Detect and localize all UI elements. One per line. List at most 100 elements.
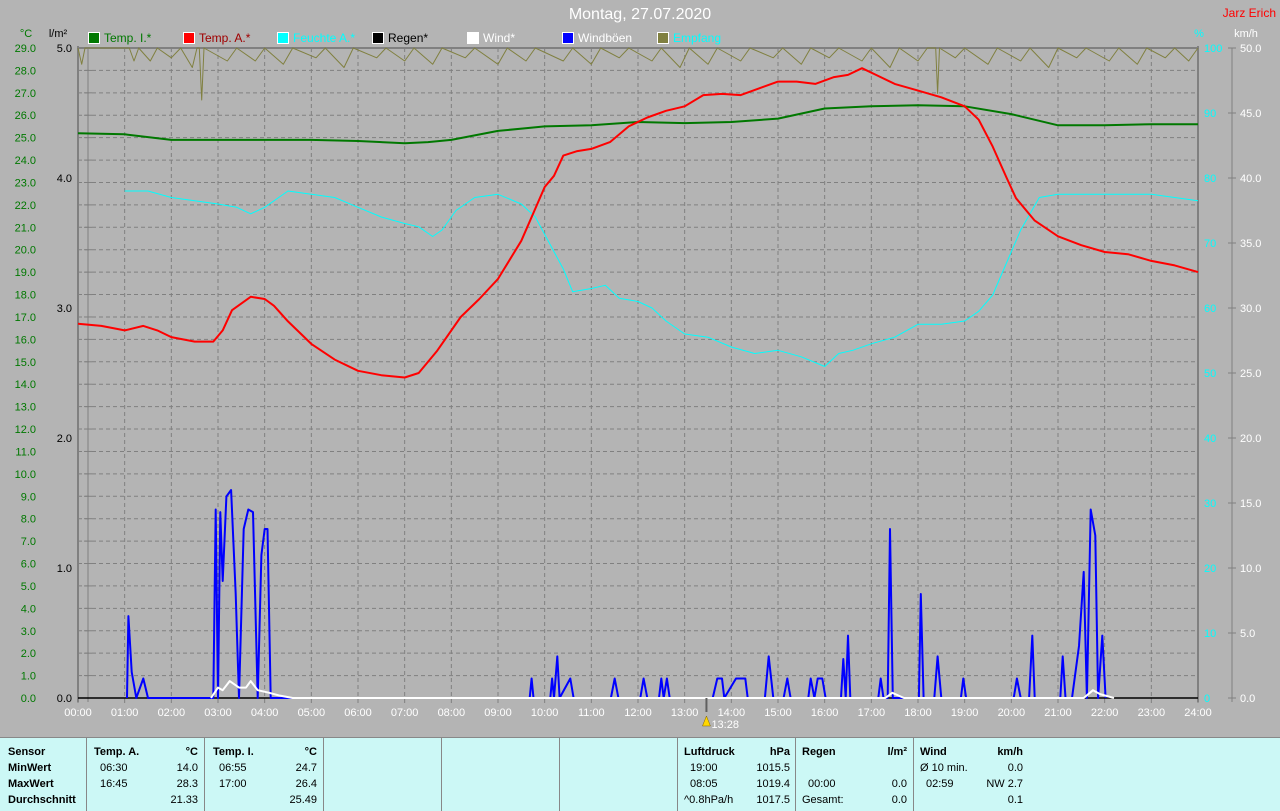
x-tick-label: 08:00	[438, 707, 466, 719]
temp-tick-label: 27.0	[15, 88, 36, 100]
wind-header: Wind	[920, 746, 947, 758]
temp-tick-label: 10.0	[15, 469, 36, 481]
temp-a-max-time: 16:45	[100, 778, 128, 790]
series-feuchte-a	[124, 190, 1199, 367]
humidity-tick-label: 10	[1204, 628, 1216, 640]
rain-total-label: Gesamt:	[802, 794, 844, 806]
x-tick-label: 12:00	[624, 707, 652, 719]
temp-tick-label: 19.0	[15, 267, 36, 279]
wind-column: Wind km/h Ø 10 min. 0.0 02:59 NW 2.7 0.1	[914, 738, 1031, 811]
rain-time: 00:00	[808, 778, 836, 790]
temp-tick-label: 21.0	[15, 222, 36, 234]
empty-column-1	[324, 738, 442, 811]
sun-icon	[702, 715, 711, 727]
rain-tick-label: 4.0	[57, 173, 72, 185]
temp-tick-label: 1.0	[21, 671, 36, 683]
humidity-tick-label: 80	[1204, 173, 1216, 185]
rain-header: Regen	[802, 746, 836, 758]
x-tick-label: 21:00	[1044, 707, 1072, 719]
temp-tick-label: 2.0	[21, 648, 36, 660]
x-tick-label: 18:00	[904, 707, 932, 719]
wind-tick-label: 30.0	[1240, 303, 1261, 315]
label-min: MinWert	[8, 762, 52, 774]
temp-tick-label: 29.0	[15, 43, 36, 55]
temp-a-column: Temp. A. °C 06:30 14.0 16:45 28.3 21.33	[86, 738, 205, 811]
temp-a-unit: °C	[185, 746, 198, 758]
weather-chart: 0.0 1.0 2.0 3.0 4.0 5.0 6.0 7.0 8.0 9.0 10.0 11.0 12…	[15, 28, 1262, 731]
label-avg: Durchschnitt	[8, 794, 76, 806]
series-windböen	[126, 489, 1107, 699]
x-tick-label: 04:00	[251, 707, 279, 719]
pressure-max: 1019.4	[756, 778, 790, 790]
x-tick-label: 15:00	[764, 707, 792, 719]
humidity-tick-label: 100	[1204, 43, 1222, 55]
x-tick-label: 11:00	[578, 707, 605, 719]
x-tick-label: 03:00	[204, 707, 232, 719]
wind-max-time: 02:59	[926, 778, 954, 790]
temp-tick-label: 9.0	[21, 491, 36, 503]
stats-table: Sensor MinWert MaxWert Durchschnitt Temp…	[0, 737, 1280, 811]
wind-max: NW 2.7	[986, 778, 1023, 790]
wind-tick-label: 45.0	[1240, 108, 1261, 120]
temp-tick-label: 15.0	[15, 357, 36, 369]
temp-a-min-time: 06:30	[100, 762, 128, 774]
temp-tick-label: 22.0	[15, 200, 36, 212]
rain-unit: l/m²	[887, 746, 907, 758]
wind-tick-label: 15.0	[1240, 498, 1261, 510]
temp-tick-label: 20.0	[15, 245, 36, 257]
x-tick-label: 09:00	[484, 707, 512, 719]
temp-tick-label: 4.0	[21, 603, 36, 615]
temp-tick-label: 7.0	[21, 536, 36, 548]
temp-i-unit: °C	[304, 746, 317, 758]
wind-axis-label: km/h	[1234, 28, 1258, 40]
x-tick-label: 13:00	[671, 707, 699, 719]
temp-axis-label: °C	[20, 28, 32, 40]
x-tick-label: 06:00	[344, 707, 372, 719]
x-tick-label: 01:00	[111, 707, 139, 719]
temp-i-max-time: 17:00	[219, 778, 247, 790]
temp-tick-label: 23.0	[15, 177, 36, 189]
pressure-min: 1015.5	[756, 762, 790, 774]
temp-i-max: 26.4	[295, 778, 317, 790]
temp-a-min: 14.0	[176, 762, 198, 774]
wind-unit: km/h	[997, 746, 1023, 758]
temp-i-avg: 25.49	[289, 794, 317, 806]
temp-tick-label: 5.0	[21, 581, 36, 593]
rain-tick-label: 3.0	[57, 303, 72, 315]
wind-tick-label: 35.0	[1240, 238, 1261, 250]
humidity-tick-label: 50	[1204, 368, 1216, 380]
humidity-tick-label: 40	[1204, 433, 1216, 445]
wind-tick-label: 40.0	[1240, 173, 1261, 185]
temp-tick-label: 18.0	[15, 290, 36, 302]
sun-marker-label: 13:28	[711, 719, 739, 731]
wind-tick-label: 0.0	[1240, 693, 1255, 705]
x-tick-label: 20:00	[998, 707, 1026, 719]
x-tick-label: 00:00	[64, 707, 92, 719]
wind-avg: 0.0	[1007, 762, 1023, 774]
rain-tick-label: 5.0	[57, 43, 72, 55]
wind-avg-label: Ø 10 min.	[920, 762, 968, 774]
wind-tick-label: 50.0	[1240, 43, 1261, 55]
pressure-max-time: 08:05	[690, 778, 718, 790]
empty-column-3	[560, 738, 678, 811]
wind-tick-label: 20.0	[1240, 433, 1261, 445]
pressure-trend: ^0.8hPa/h	[684, 794, 734, 806]
empty-column-2	[442, 738, 560, 811]
humidity-tick-label: 90	[1204, 108, 1216, 120]
x-tick-label: 10:00	[531, 707, 559, 719]
rain-tick-label: 2.0	[57, 433, 72, 445]
temp-a-header: Temp. A.	[94, 746, 140, 758]
x-tick-label: 22:00	[1091, 707, 1119, 719]
temp-i-column: Temp. I. °C 06:55 24.7 17:00 26.4 25.49	[205, 738, 324, 811]
row-labels-column: Sensor MinWert MaxWert Durchschnitt	[0, 738, 87, 811]
humidity-tick-label: 60	[1204, 303, 1216, 315]
humidity-tick-label: 20	[1204, 563, 1216, 575]
x-tick-label: 17:00	[858, 707, 886, 719]
pressure-unit: hPa	[769, 746, 790, 758]
temp-a-max: 28.3	[176, 778, 198, 790]
x-tick-label: 07:00	[391, 707, 419, 719]
pressure-min-time: 19:00	[690, 762, 718, 774]
pressure-avg: 1017.5	[756, 794, 790, 806]
x-tick-label: 23:00	[1138, 707, 1166, 719]
pressure-header: Luftdruck	[684, 746, 735, 758]
